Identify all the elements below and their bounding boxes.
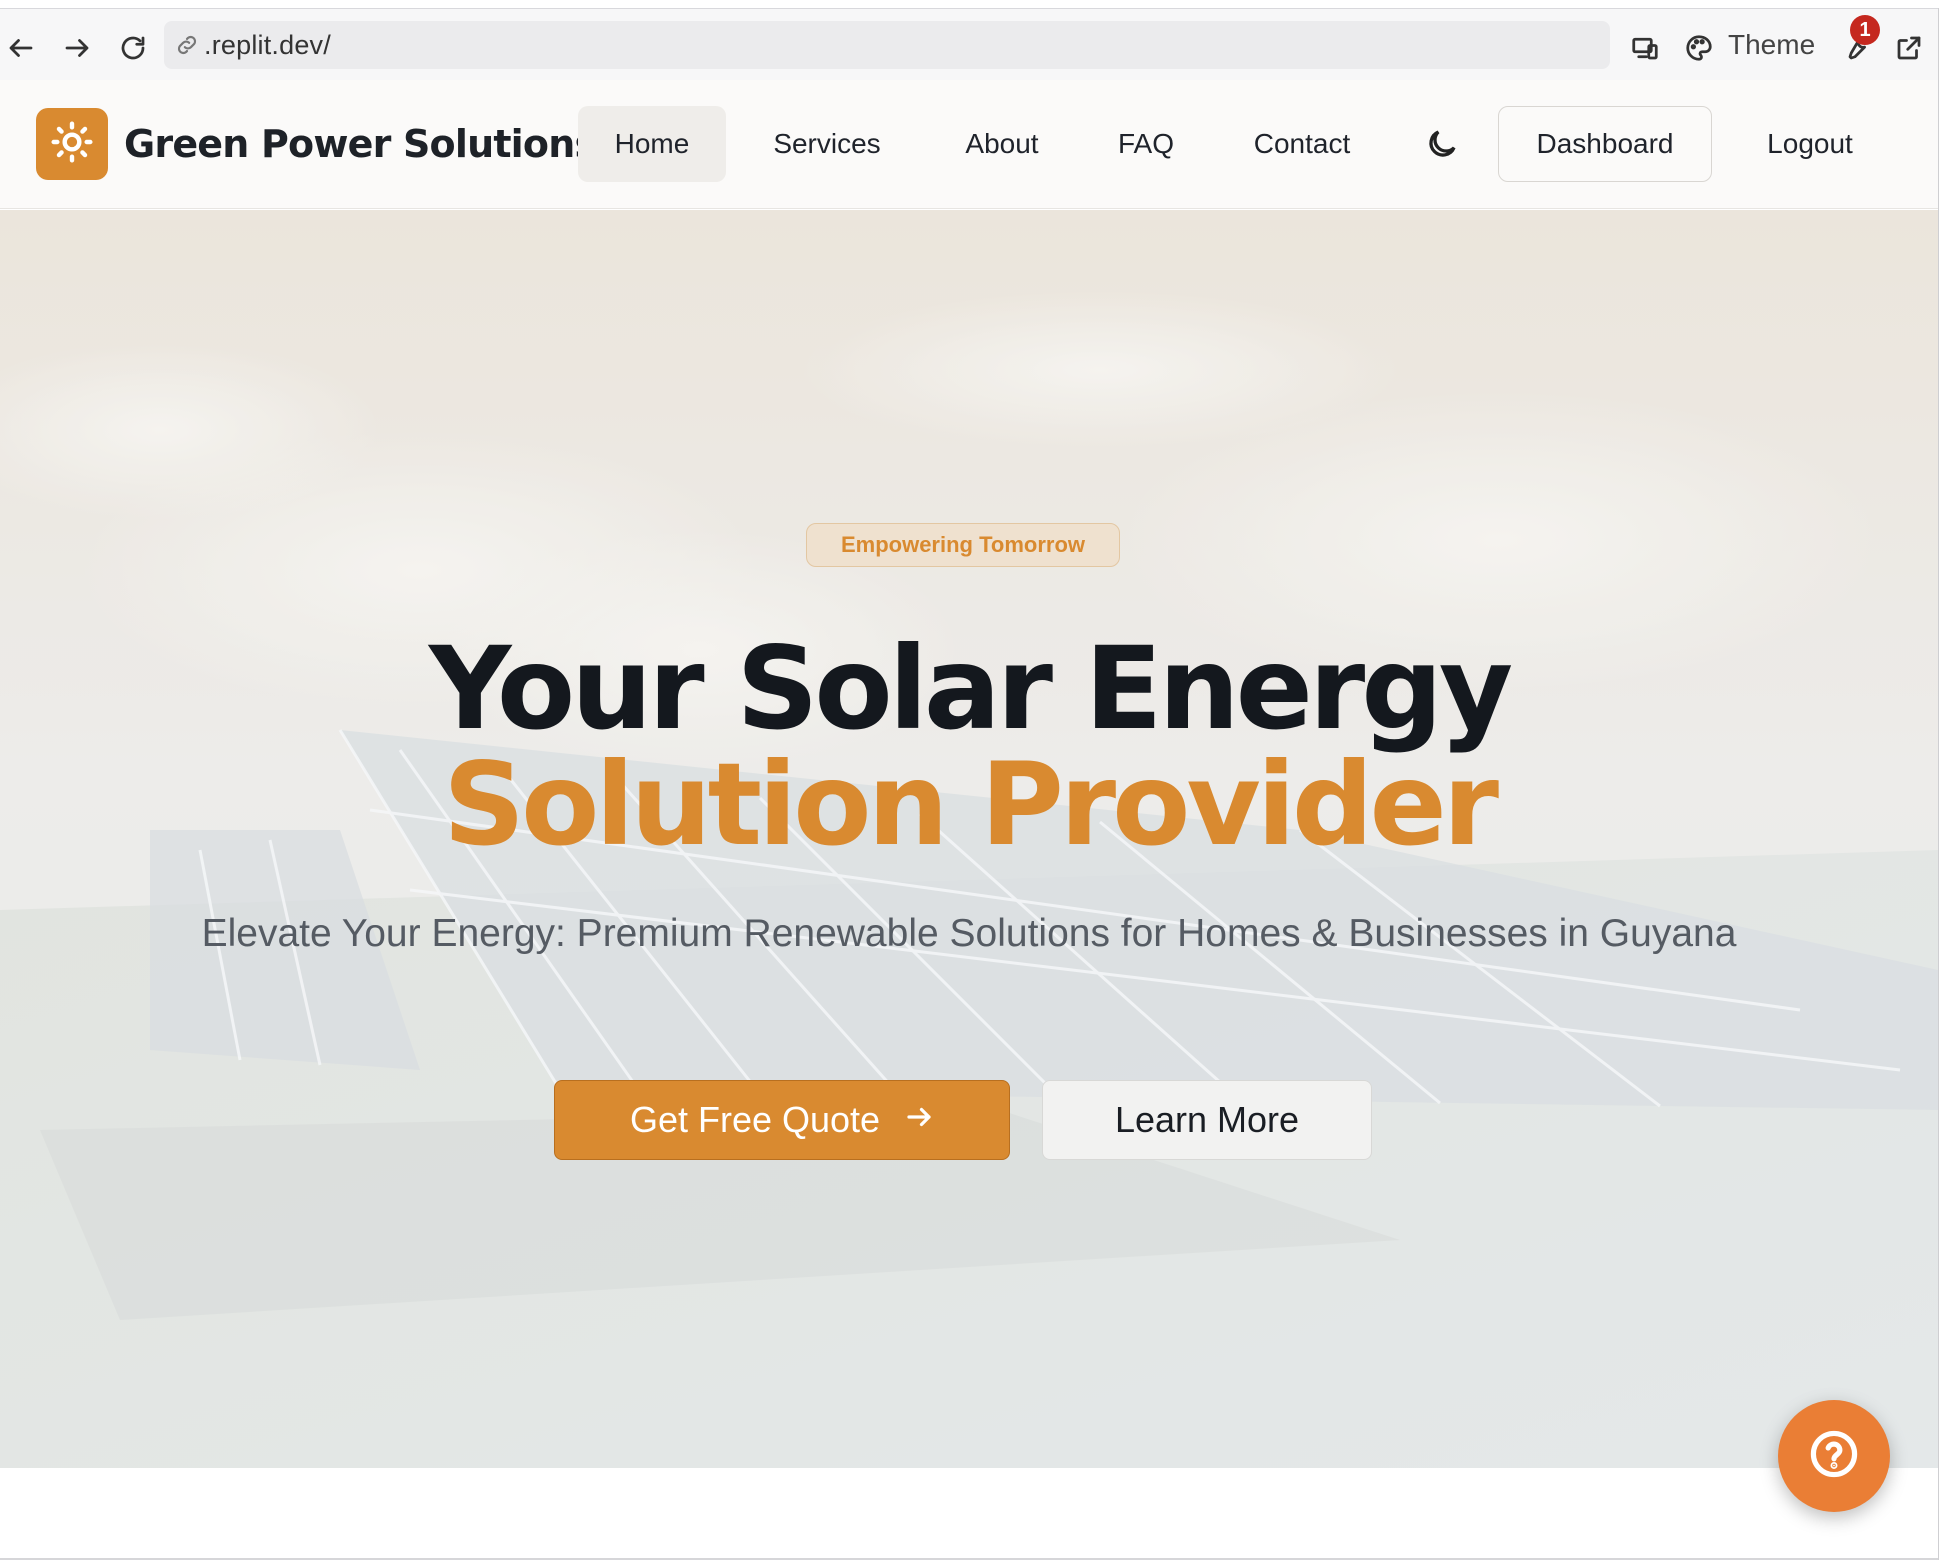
hero-section: Empowering Tomorrow Your Solar Energy So… xyxy=(0,210,1938,1468)
help-button[interactable] xyxy=(1778,1400,1890,1512)
address-bar[interactable]: .replit.dev/ xyxy=(164,21,1610,69)
back-icon[interactable] xyxy=(4,31,38,65)
brand-name[interactable]: Green Power Solutions xyxy=(124,122,597,166)
hero-subtitle: Elevate Your Energy: Premium Renewable S… xyxy=(201,912,1737,955)
notification-badge: 1 xyxy=(1850,15,1880,45)
nav-faq[interactable]: FAQ xyxy=(1096,106,1196,182)
moon-icon[interactable] xyxy=(1424,126,1460,162)
arrow-right-icon xyxy=(904,1099,934,1141)
theme-label[interactable]: Theme xyxy=(1728,29,1815,61)
reload-icon[interactable] xyxy=(116,31,150,65)
hero-title-line1: Your Solar Energy xyxy=(428,622,1513,755)
browser-toolbar: .replit.dev/ Theme 1 xyxy=(0,8,1938,80)
hero-title-line2: Solution Provider xyxy=(442,738,1499,871)
external-link-icon[interactable] xyxy=(1892,31,1926,65)
forward-icon[interactable] xyxy=(60,31,94,65)
palette-icon[interactable] xyxy=(1682,31,1716,65)
nav-contact[interactable]: Contact xyxy=(1232,106,1372,182)
nav-services[interactable]: Services xyxy=(748,106,906,182)
logout-button[interactable]: Logout xyxy=(1740,106,1880,182)
help-circle-icon xyxy=(1808,1428,1860,1485)
learn-more-button[interactable]: Learn More xyxy=(1042,1080,1372,1160)
get-free-quote-button[interactable]: Get Free Quote xyxy=(554,1080,1010,1160)
nav-about[interactable]: About xyxy=(940,106,1064,182)
logo[interactable] xyxy=(36,108,108,180)
link-icon xyxy=(174,32,200,58)
devices-icon[interactable] xyxy=(1628,31,1662,65)
window-border-right xyxy=(1938,8,1939,1560)
nav-home[interactable]: Home xyxy=(578,106,726,182)
get-free-quote-label: Get Free Quote xyxy=(629,1099,881,1140)
url-text: .replit.dev/ xyxy=(204,29,331,60)
dashboard-button[interactable]: Dashboard xyxy=(1498,106,1712,182)
window-border-bottom xyxy=(0,1558,1938,1560)
site-header: Green Power Solutions Home Services Abou… xyxy=(0,80,1938,209)
sun-icon xyxy=(50,120,94,169)
hero-tag: Empowering Tomorrow xyxy=(806,523,1120,567)
